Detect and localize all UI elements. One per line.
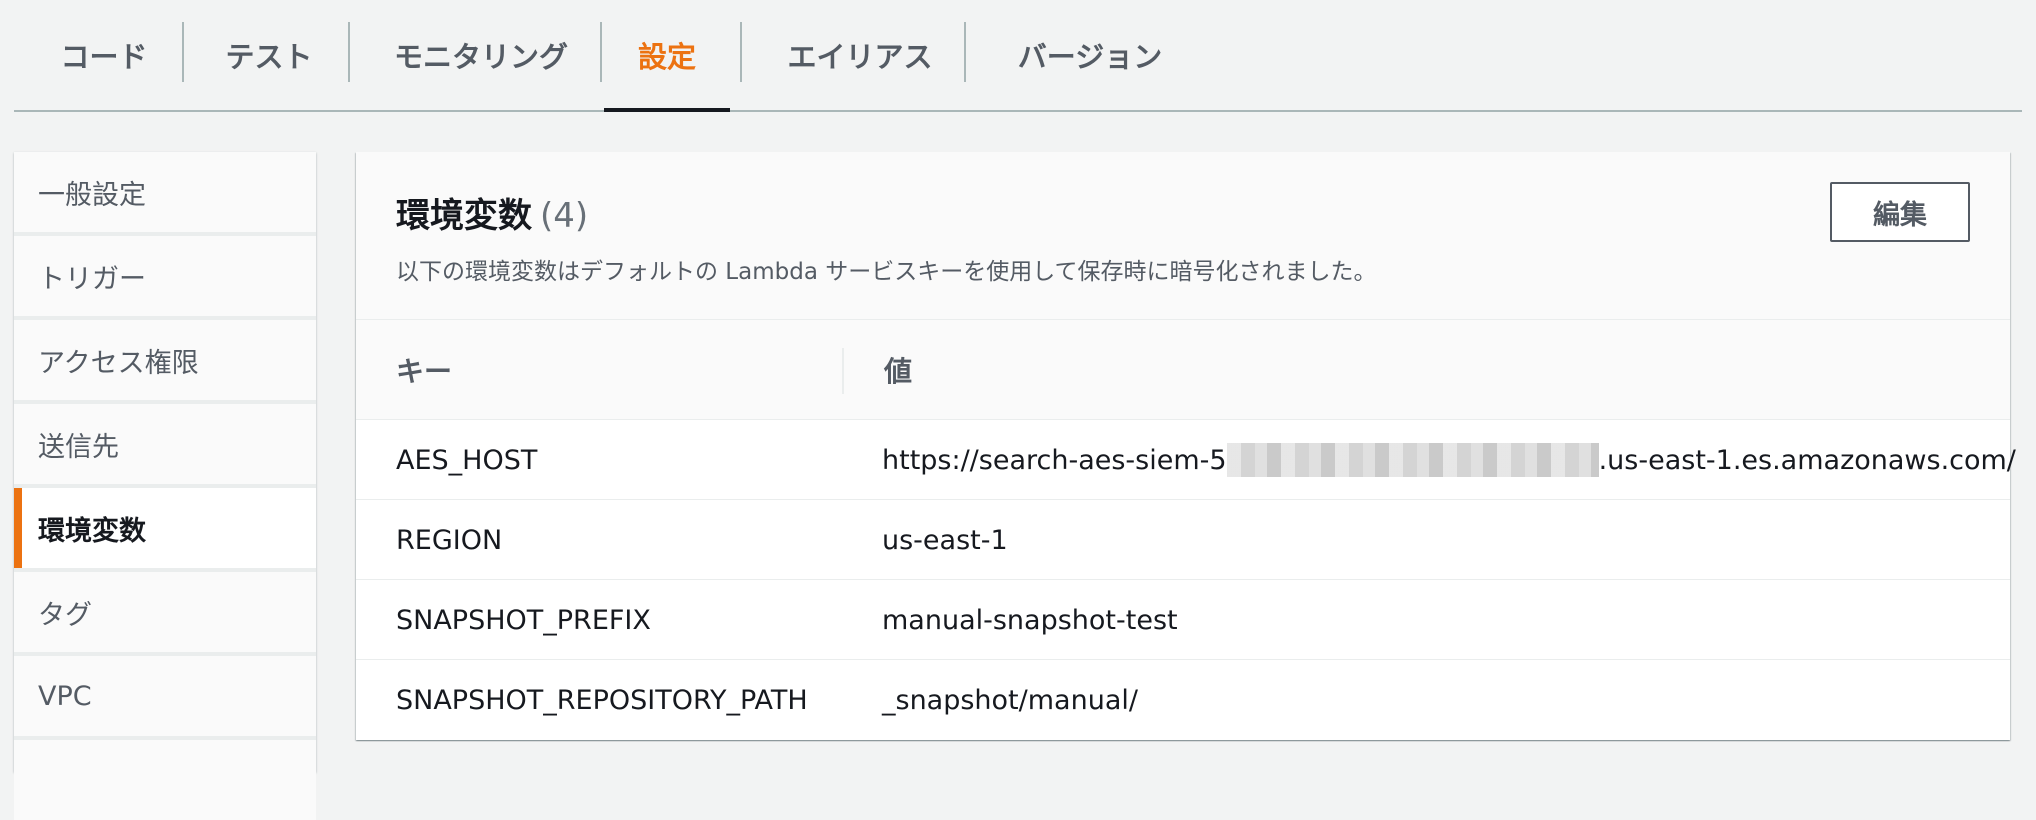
sidebar-item-environment-variables[interactable]: 環境変数	[14, 488, 316, 568]
redacted-block	[1226, 443, 1599, 477]
variable-value: manual-snapshot-test	[882, 604, 1178, 636]
tab-code[interactable]: コード	[32, 0, 176, 110]
environment-variables-panel: 環境変数 (4) 以下の環境変数はデフォルトの Lambda サービスキーを使用し…	[356, 152, 2016, 740]
tab-monitoring[interactable]: モニタリング	[358, 0, 604, 110]
panel-header: 環境変数 (4) 以下の環境変数はデフォルトの Lambda サービスキーを使用し…	[356, 152, 2010, 320]
column-header-value[interactable]: 値	[884, 320, 912, 420]
variable-key: SNAPSHOT_PREFIX	[396, 604, 651, 636]
tab-divider	[348, 22, 350, 82]
sidebar-item-more[interactable]	[14, 740, 316, 820]
column-header-key[interactable]: キー	[396, 320, 452, 420]
tab-settings[interactable]: 設定	[604, 0, 730, 112]
settings-sidebar: 一般設定 トリガー アクセス権限 送信先 環境変数 タグ VPC	[14, 152, 316, 820]
sidebar-item-vpc[interactable]: VPC	[14, 656, 316, 736]
panel-description: 以下の環境変数はデフォルトの Lambda サービスキーを使用して保存時に暗号化…	[396, 259, 1377, 285]
tab-bar: コード テスト モニタリング 設定 エイリアス バージョン	[14, 0, 2022, 112]
variable-count: (4)	[540, 196, 589, 236]
table-row: SNAPSHOT_REPOSITORY_PATH _snapshot/manua…	[356, 660, 2010, 740]
table-row: AES_HOST https://search-aes-siem-5 .us-ea…	[356, 420, 2016, 500]
tab-divider	[600, 22, 602, 82]
value-prefix: https://search-aes-siem-5	[882, 444, 1227, 476]
table-row: SNAPSHOT_PREFIX manual-snapshot-test	[356, 580, 2010, 660]
panel-title-text: 環境変数	[396, 196, 532, 236]
sidebar-item-triggers[interactable]: トリガー	[14, 236, 316, 316]
column-divider[interactable]	[842, 348, 844, 394]
tab-divider	[964, 22, 966, 82]
table-row: REGION us-east-1	[356, 500, 2010, 580]
table-header: キー 値	[356, 320, 2010, 420]
sidebar-item-destinations[interactable]: 送信先	[14, 404, 316, 484]
panel-title: 環境変数 (4)	[396, 188, 588, 237]
tab-test[interactable]: テスト	[192, 0, 346, 110]
value-suffix: .us-east-1.es.amazonaws.com/	[1598, 444, 2016, 476]
tab-divider	[182, 22, 184, 82]
sidebar-item-general[interactable]: 一般設定	[14, 152, 316, 232]
variable-value: _snapshot/manual/	[882, 684, 1138, 716]
variable-key: SNAPSHOT_REPOSITORY_PATH	[396, 684, 808, 716]
sidebar-item-tags[interactable]: タグ	[14, 572, 316, 652]
edit-button[interactable]: 編集	[1830, 182, 1970, 242]
tab-versions[interactable]: バージョン	[974, 0, 1206, 110]
variable-key: REGION	[396, 524, 503, 556]
variable-value: https://search-aes-siem-5 .us-east-1.es.a…	[882, 420, 2016, 500]
variable-value: us-east-1	[882, 524, 1008, 556]
tab-divider	[740, 22, 742, 82]
variable-key: AES_HOST	[396, 444, 538, 476]
tab-aliases[interactable]: エイリアス	[748, 0, 972, 110]
sidebar-item-permissions[interactable]: アクセス権限	[14, 320, 316, 400]
